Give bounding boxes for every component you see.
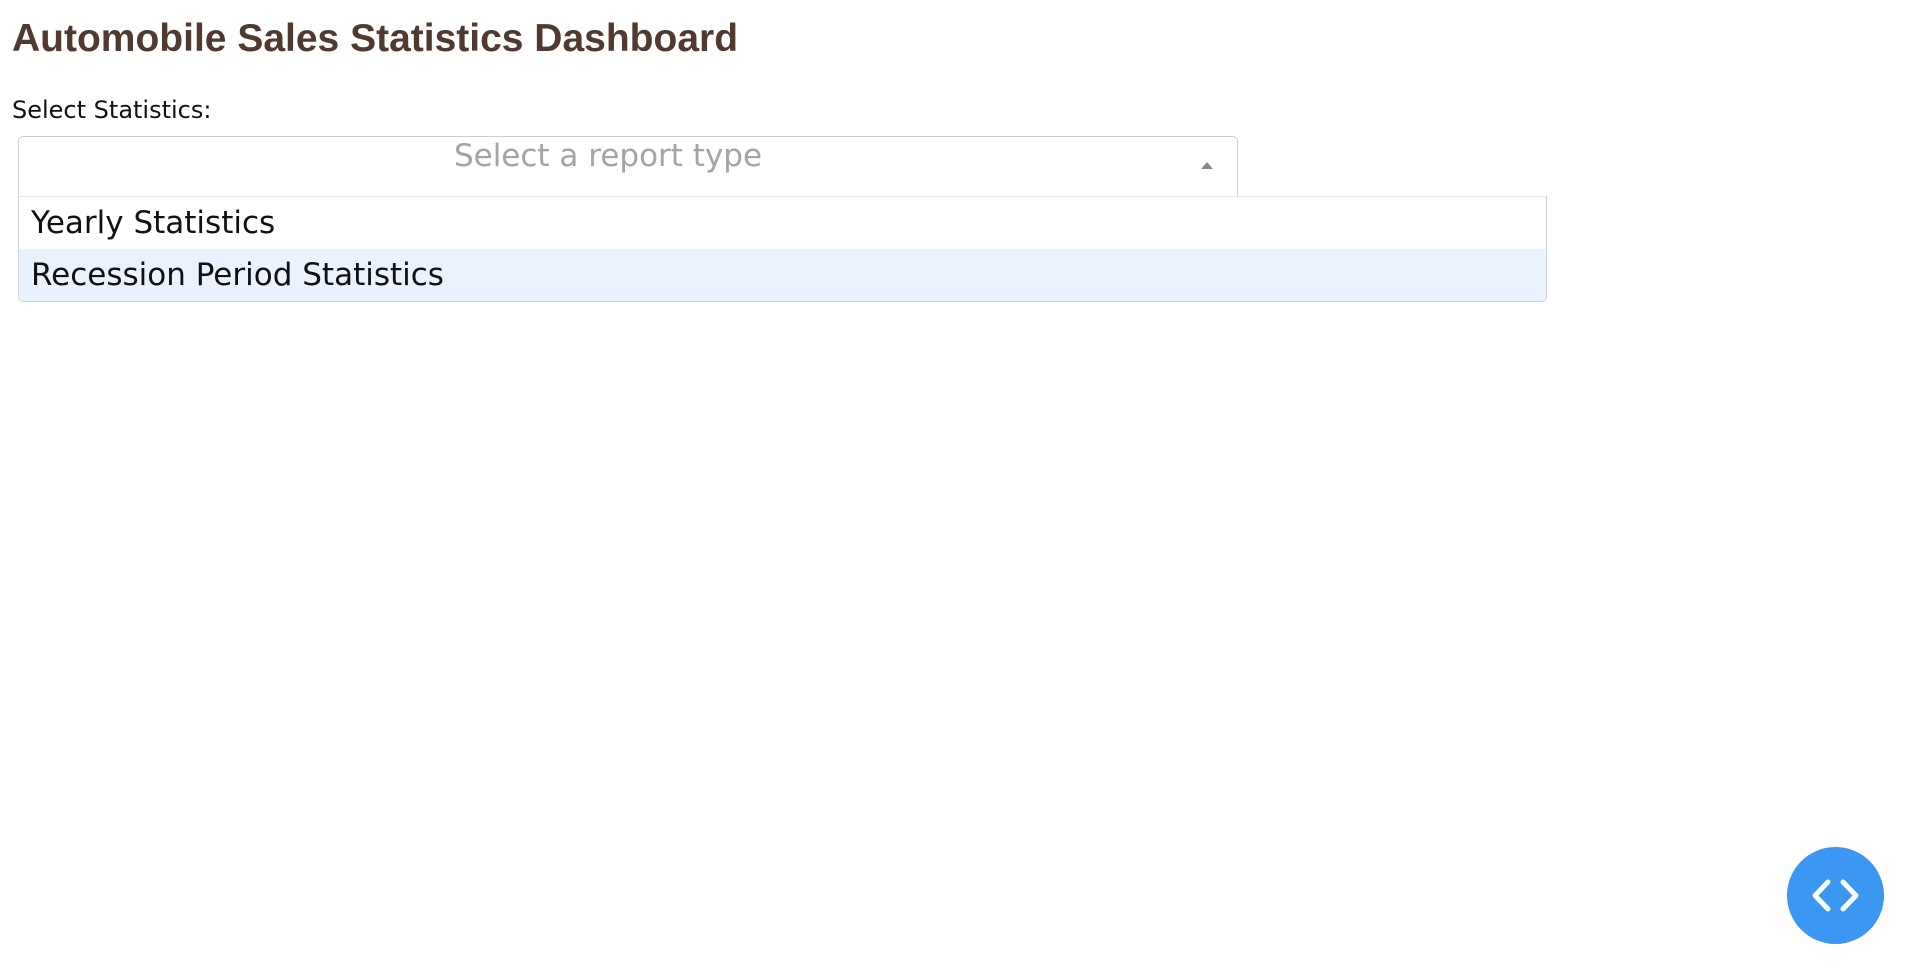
report-type-dropdown[interactable]: Select a report type (18, 136, 1238, 196)
option-yearly-statistics[interactable]: Yearly Statistics (19, 197, 1546, 249)
code-brackets-icon (1812, 879, 1859, 912)
devtools-toggle-button[interactable] (1787, 847, 1884, 944)
report-type-menu: Yearly Statistics Recession Period Stati… (18, 196, 1547, 302)
option-recession-period-statistics[interactable]: Recession Period Statistics (19, 249, 1546, 301)
dashboard-page: Automobile Sales Statistics Dashboard Se… (0, 0, 1920, 975)
dropdown-toggle[interactable] (1177, 137, 1237, 197)
report-type-placeholder: Select a report type (453, 138, 763, 174)
caret-up-icon (1201, 162, 1213, 169)
page-title: Automobile Sales Statistics Dashboard (12, 17, 739, 60)
report-select-label: Select Statistics: (12, 96, 212, 124)
